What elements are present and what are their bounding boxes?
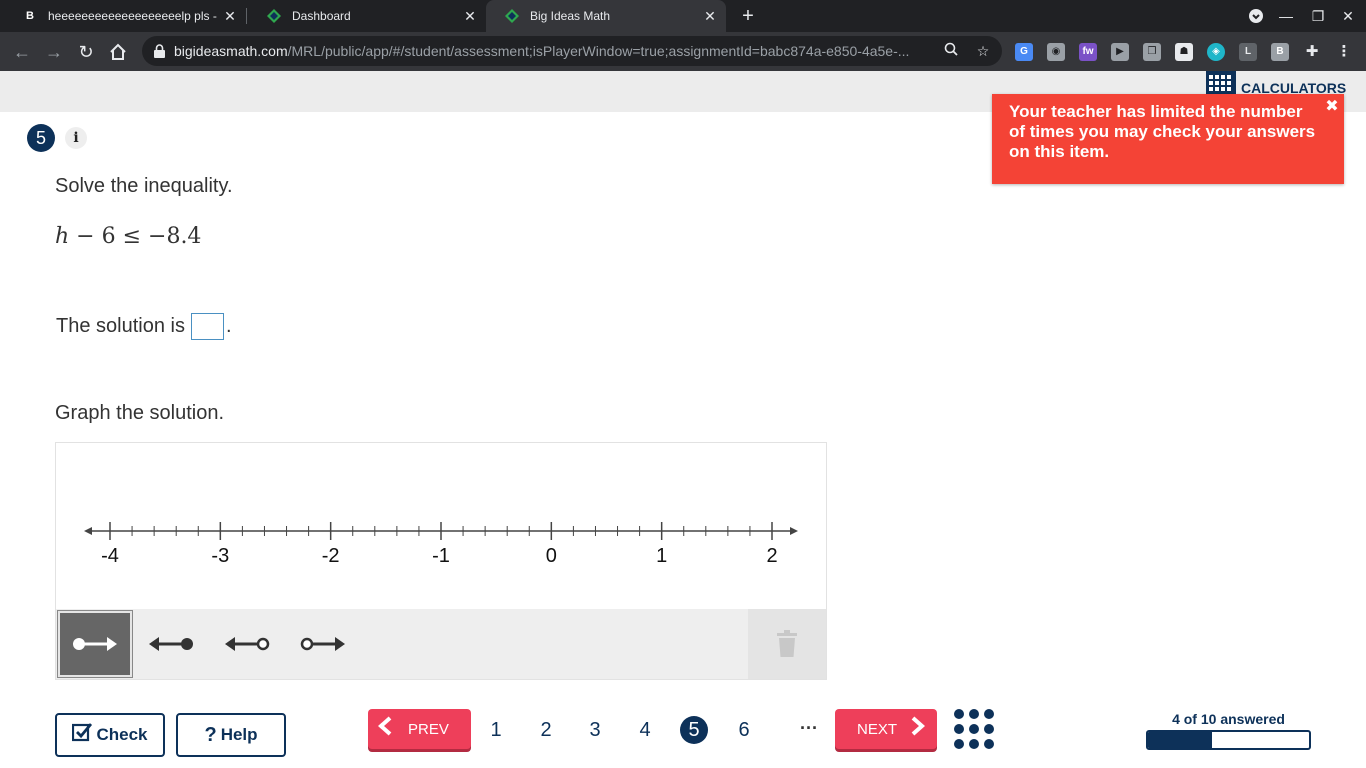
question-number-badge: 5 <box>27 124 55 152</box>
big-ideas-icon <box>504 8 520 24</box>
url-text: bigideasmath.com/MRL/public/app/#/studen… <box>174 43 934 59</box>
extension-icon[interactable]: ◉ <box>1047 43 1065 61</box>
inequality-expression: h − 6 ≤ −8.4 <box>55 224 201 249</box>
page-4-button[interactable]: 4 <box>631 716 659 744</box>
open-ray-left-tool[interactable] <box>210 611 284 677</box>
solution-suffix: . <box>225 315 232 337</box>
extension-icon[interactable]: ▶ <box>1111 43 1129 61</box>
extension-icon[interactable]: fw <box>1079 43 1097 61</box>
tab-search-icon[interactable] <box>1246 6 1266 26</box>
browser-tab[interactable]: B heeeeeeeeeeeeeeeeeeelp pls - Bra ✕ <box>4 0 247 32</box>
page-5-button-current[interactable]: 5 <box>680 716 708 744</box>
restore-icon[interactable]: ❐ <box>1308 6 1328 26</box>
back-icon[interactable]: ← <box>10 40 34 64</box>
browser-tab-active[interactable]: Big Ideas Math ✕ <box>486 0 726 32</box>
delete-button[interactable] <box>748 609 826 679</box>
zoom-icon[interactable] <box>942 42 960 60</box>
page-2-button[interactable]: 2 <box>532 716 560 744</box>
tick-label: -1 <box>432 545 450 567</box>
page-1-button[interactable]: 1 <box>482 716 510 744</box>
tick-label: -2 <box>322 545 340 567</box>
extension-icon[interactable]: ❒ <box>1143 43 1161 61</box>
prev-button[interactable]: PREV <box>368 709 471 749</box>
tab-title: Big Ideas Math <box>530 9 611 23</box>
info-button[interactable]: i <box>65 127 87 149</box>
page-6-button[interactable]: 6 <box>730 716 758 744</box>
close-notification-icon[interactable]: ✖ <box>1324 96 1340 115</box>
extension-icon[interactable]: L <box>1239 43 1257 61</box>
check-button[interactable]: Check <box>55 713 165 757</box>
solution-prefix: The solution is <box>56 315 185 337</box>
close-tab-icon[interactable]: ✕ <box>700 6 720 26</box>
extensions-puzzle-icon[interactable]: ✚ <box>1303 43 1321 61</box>
closed-ray-right-tool[interactable] <box>57 610 133 678</box>
extension-icon[interactable]: B <box>1271 43 1289 61</box>
prev-label: PREV <box>408 720 449 738</box>
trash-icon <box>777 630 797 657</box>
tick-label: 1 <box>656 545 667 567</box>
number-line-graph: -4 -3 -2 -1 0 1 2 <box>55 442 827 680</box>
right-arrow-icon <box>790 527 798 535</box>
help-label: Help <box>220 725 258 744</box>
extension-icon[interactable]: ☗ <box>1175 43 1193 61</box>
reload-icon[interactable]: ↻ <box>74 40 98 64</box>
open-ray-right-tool[interactable] <box>286 611 360 677</box>
progress-bar <box>1146 730 1311 750</box>
notification-message: Your teacher has limited the number of t… <box>1009 102 1316 161</box>
help-button[interactable]: ? Help <box>176 713 286 757</box>
more-pages-button[interactable]: ··· <box>795 716 823 744</box>
question-instruction: Solve the inequality. <box>55 175 233 197</box>
closed-ray-left-tool[interactable] <box>134 611 208 677</box>
expression-rest: − 6 ≤ −8.4 <box>69 224 202 249</box>
tick-label: -4 <box>101 545 119 567</box>
translate-extension-icon[interactable]: G <box>1015 43 1033 61</box>
browser-menu-icon[interactable]: ⋮ <box>1335 43 1353 61</box>
progress-fill <box>1148 732 1213 748</box>
home-icon[interactable] <box>106 40 130 64</box>
minimize-icon[interactable]: — <box>1276 6 1296 26</box>
url-path: /MRL/public/app/#/student/assessment;isP… <box>287 43 910 59</box>
close-tab-icon[interactable]: ✕ <box>460 6 480 26</box>
chevron-right-icon <box>911 716 926 742</box>
lock-icon[interactable] <box>154 44 165 63</box>
check-limit-notification: Your teacher has limited the number of t… <box>992 94 1344 184</box>
tab-title: heeeeeeeeeeeeeeeeeeelp pls - Bra <box>48 9 220 23</box>
close-tab-icon[interactable]: ✕ <box>220 6 240 26</box>
checkbox-check-icon <box>72 722 93 748</box>
browser-tab-bar: B heeeeeeeeeeeeeeeeeeelp pls - Bra ✕ Das… <box>0 0 1366 32</box>
forward-icon[interactable]: → <box>42 40 66 64</box>
number-line-canvas[interactable]: -4 -3 -2 -1 0 1 2 <box>56 443 826 609</box>
question-mark-icon: ? <box>204 723 217 746</box>
extension-icon[interactable]: ◈ <box>1207 43 1225 61</box>
tick-label: 0 <box>546 545 557 567</box>
variable: h <box>55 224 70 249</box>
tick-label: 2 <box>766 545 777 567</box>
tick-label: -3 <box>211 545 229 567</box>
new-tab-icon[interactable]: + <box>738 6 758 26</box>
question-grid-icon[interactable] <box>954 709 994 749</box>
check-label: Check <box>96 725 148 744</box>
graph-toolbar <box>56 609 826 679</box>
graph-prompt: Graph the solution. <box>55 402 224 424</box>
bookmark-star-icon[interactable]: ☆ <box>974 42 992 60</box>
solution-statement: The solution is . <box>56 313 232 340</box>
url-domain: bigideasmath.com <box>174 43 288 59</box>
left-arrow-icon <box>84 527 92 535</box>
next-label: NEXT <box>857 720 898 738</box>
brainly-icon: B <box>26 10 34 22</box>
browser-tab[interactable]: Dashboard ✕ <box>248 0 486 32</box>
browser-toolbar: ← → ↻ bigideasmath.com/MRL/public/app/#/… <box>0 32 1366 71</box>
close-window-icon[interactable]: ✕ <box>1338 6 1358 26</box>
big-ideas-icon <box>266 8 282 24</box>
tab-separator <box>246 8 247 24</box>
progress-label: 4 of 10 answered <box>1172 711 1285 727</box>
next-button[interactable]: NEXT <box>835 709 937 749</box>
page-3-button[interactable]: 3 <box>581 716 609 744</box>
chevron-left-icon <box>377 716 392 742</box>
solution-answer-input[interactable] <box>190 313 224 340</box>
address-bar[interactable]: bigideasmath.com/MRL/public/app/#/studen… <box>142 36 1002 66</box>
tab-title: Dashboard <box>292 9 351 23</box>
